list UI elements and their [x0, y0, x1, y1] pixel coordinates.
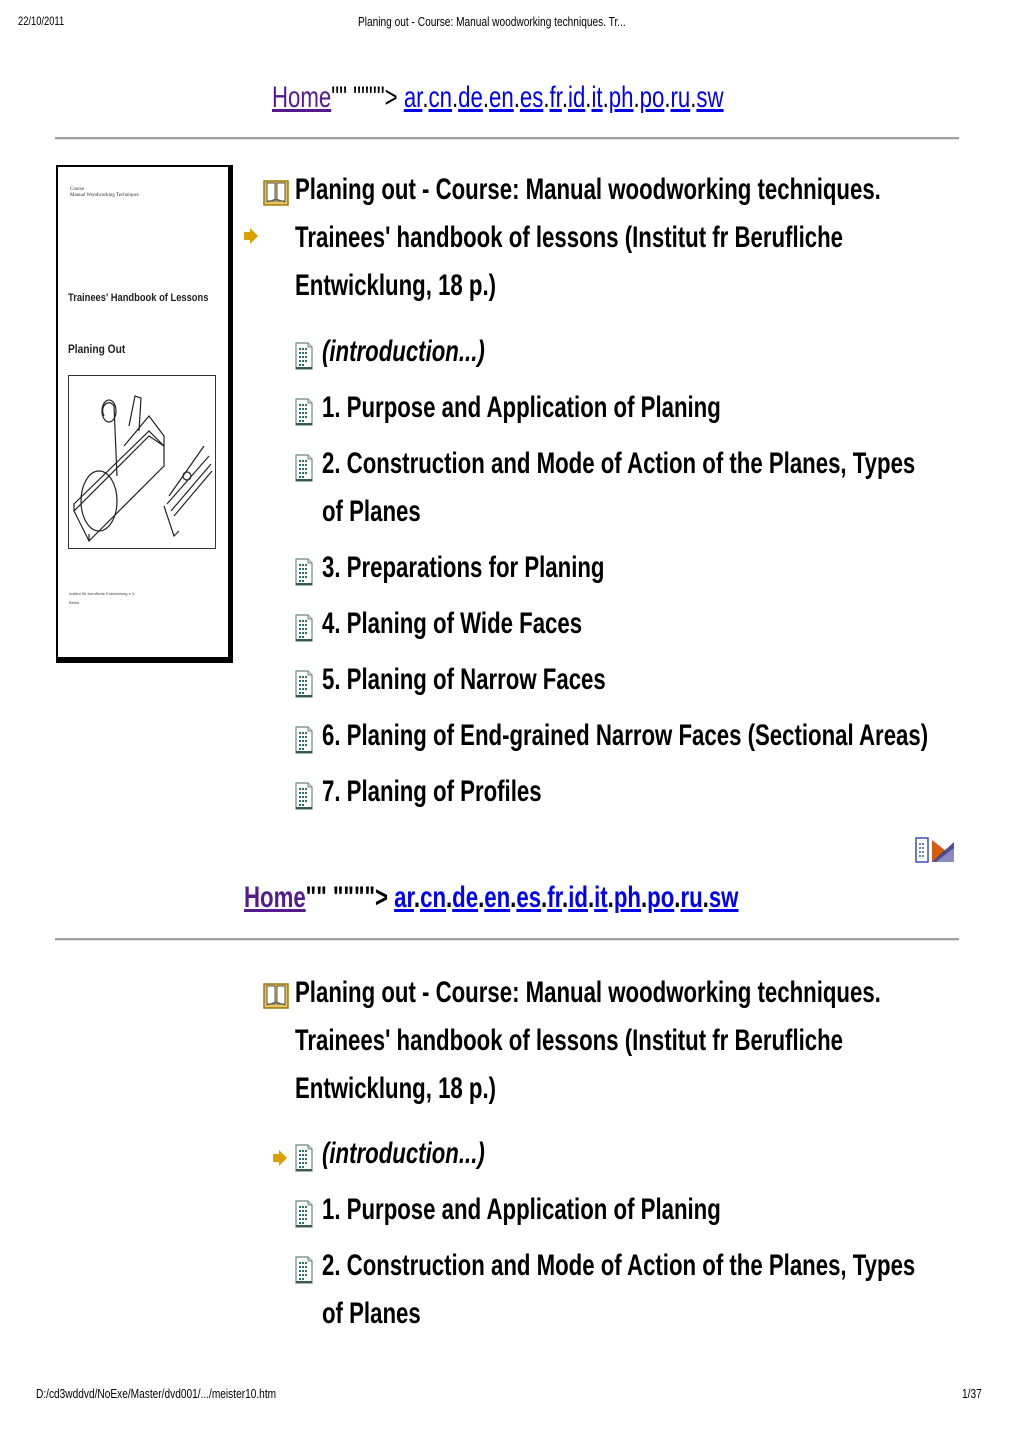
cover-footer: Institut für berufliche Entwicklung e.V.… [69, 589, 135, 607]
print-title: Planing out - Course: Manual woodworking… [358, 14, 626, 29]
document-icon [295, 670, 313, 703]
book-title-line-3-link[interactable]: Entwicklung, 18 p.) [295, 1072, 496, 1105]
book-title-line-2[interactable]: Trainees' handbook of lessons (Institut … [295, 220, 843, 256]
print-date: 22/10/2011 [18, 14, 65, 28]
language-nav-top: Home"" """"> ar.cn.de.en.es.fr.id.it.ph.… [272, 80, 724, 116]
chapter-item-6[interactable]: 6. Planing of End-grained Narrow Faces (… [322, 718, 928, 754]
language-link-en[interactable]: en [484, 881, 510, 914]
language-link-ru[interactable]: ru [671, 81, 691, 114]
chapter-item-7-link[interactable]: 7. Planing of Profiles [322, 775, 542, 808]
chapter-item-3[interactable]: 3. Preparations for Planing [322, 550, 605, 586]
book-title-line-1[interactable]: Planing out - Course: Manual woodworking… [295, 975, 881, 1011]
document-icon [295, 614, 313, 647]
chapter-item-2[interactable]: 2. Construction and Mode of Action of th… [322, 1248, 915, 1284]
document-icon [295, 398, 313, 431]
chapter-item-4[interactable]: 4. Planing of Wide Faces [322, 606, 582, 642]
next-page-icon[interactable] [914, 836, 956, 871]
chapter-item-3-link[interactable]: 3. Preparations for Planing [322, 551, 605, 584]
chapter-item-5-link[interactable]: 5. Planing of Narrow Faces [322, 663, 606, 696]
language-link-sw[interactable]: sw [709, 881, 739, 914]
language-link-it[interactable]: it [594, 881, 608, 914]
chapter-item-7[interactable]: 7. Planing of Profiles [322, 774, 542, 810]
document-icon [295, 726, 313, 759]
book-title-line-3[interactable]: Entwicklung, 18 p.) [295, 268, 496, 304]
chapter-item-1-link[interactable]: 1. Purpose and Application of Planing [322, 391, 721, 424]
document-icon [295, 558, 313, 591]
home-link[interactable]: Home [244, 881, 306, 914]
book-icon [263, 180, 289, 211]
document-icon [295, 1200, 313, 1233]
divider-bottom [55, 938, 959, 941]
book-cover-image[interactable]: Course Manual Woodworking Techniques Tra… [56, 165, 233, 663]
document-icon [295, 342, 313, 375]
book-title-line-3[interactable]: Entwicklung, 18 p.) [295, 1071, 496, 1107]
chapter-item-1-link[interactable]: 1. Purpose and Application of Planing [322, 1193, 721, 1226]
language-link-de[interactable]: de [452, 881, 478, 914]
language-link-ar[interactable]: ar [394, 881, 414, 914]
language-link-es[interactable]: es [516, 881, 541, 914]
book-title-line-2[interactable]: Trainees' handbook of lessons (Institut … [295, 1023, 843, 1059]
cover-publisher: Institut für berufliche Entwicklung e.V. [69, 591, 136, 596]
chapter-item-2[interactable]: 2. Construction and Mode of Action of th… [322, 446, 915, 482]
language-link-es[interactable]: es [520, 81, 543, 114]
print-page-number: 1/37 [962, 1386, 982, 1401]
chapter-item-2-cont[interactable]: of Planes [322, 1296, 421, 1332]
chapter-item-1[interactable]: 1. Purpose and Application of Planing [322, 390, 721, 426]
nav-separator: "" """"> [305, 881, 388, 914]
document-icon [295, 454, 313, 487]
book-title-line-1-link[interactable]: Planing out - Course: Manual woodworking… [295, 173, 881, 206]
language-link-id[interactable]: id [568, 881, 588, 914]
chapter-item-0-link[interactable]: (introduction...) [322, 1137, 485, 1170]
language-link-cn[interactable]: cn [429, 81, 452, 114]
document-icon [295, 1256, 313, 1289]
language-nav-bottom: Home"" """"> ar.cn.de.en.es.fr.id.it.ph.… [244, 880, 738, 916]
book-title-line-1-link[interactable]: Planing out - Course: Manual woodworking… [295, 976, 881, 1009]
document-icon [295, 782, 313, 815]
language-link-po[interactable]: po [647, 881, 674, 914]
language-link-ph[interactable]: ph [614, 881, 641, 914]
chapter-item-2-cont-link[interactable]: of Planes [322, 1297, 421, 1330]
chapter-item-2-cont[interactable]: of Planes [322, 494, 421, 530]
cover-small-text: Course Manual Woodworking Techniques [70, 187, 139, 199]
language-link-po[interactable]: po [640, 81, 665, 114]
book-title-line-2-link[interactable]: Trainees' handbook of lessons (Institut … [295, 1024, 843, 1057]
language-link-ph[interactable]: ph [609, 81, 634, 114]
divider-top [55, 137, 959, 140]
cover-subheading: Planing Out [68, 342, 126, 356]
language-link-fr[interactable]: fr [550, 81, 562, 114]
chapter-item-2-link[interactable]: 2. Construction and Mode of Action of th… [322, 447, 915, 480]
document-icon [295, 1144, 313, 1177]
cover-heading: Trainees' Handbook of Lessons [68, 292, 209, 304]
language-link-it[interactable]: it [591, 81, 602, 114]
current-position-arrow-icon [243, 227, 259, 250]
language-link-en[interactable]: en [489, 81, 514, 114]
language-link-ar[interactable]: ar [404, 81, 423, 114]
chapter-item-1[interactable]: 1. Purpose and Application of Planing [322, 1192, 721, 1228]
book-title-line-1[interactable]: Planing out - Course: Manual woodworking… [295, 172, 881, 208]
home-link[interactable]: Home [272, 81, 331, 114]
chapter-item-5[interactable]: 5. Planing of Narrow Faces [322, 662, 606, 698]
language-link-sw[interactable]: sw [696, 81, 723, 114]
book-icon [263, 983, 289, 1014]
book-title-line-2-link[interactable]: Trainees' handbook of lessons (Institut … [295, 221, 843, 254]
language-link-de[interactable]: de [458, 81, 483, 114]
cover-city: Berlin [69, 600, 80, 605]
chapter-item-4-link[interactable]: 4. Planing of Wide Faces [322, 607, 582, 640]
chapter-item-2-link[interactable]: 2. Construction and Mode of Action of th… [322, 1249, 915, 1282]
print-file-path: D:/cd3wddvd/NoExe/Master/dvd001/.../meis… [36, 1386, 277, 1401]
chapter-item-2-cont-link[interactable]: of Planes [322, 495, 421, 528]
current-position-arrow-icon [272, 1149, 288, 1172]
plane-illustration [68, 375, 216, 549]
nav-separator: "" """"> [331, 81, 398, 114]
chapter-item-6-link[interactable]: 6. Planing of End-grained Narrow Faces (… [322, 719, 928, 752]
language-link-cn[interactable]: cn [420, 881, 446, 914]
chapter-item-0[interactable]: (introduction...) [322, 1136, 485, 1172]
language-link-ru[interactable]: ru [680, 881, 702, 914]
book-title-line-3-link[interactable]: Entwicklung, 18 p.) [295, 269, 496, 302]
chapter-item-0[interactable]: (introduction...) [322, 334, 485, 370]
cover-course-name: Manual Woodworking Techniques [70, 193, 139, 198]
language-link-id[interactable]: id [568, 81, 585, 114]
chapter-item-0-link[interactable]: (introduction...) [322, 335, 485, 368]
language-link-fr[interactable]: fr [547, 881, 562, 914]
